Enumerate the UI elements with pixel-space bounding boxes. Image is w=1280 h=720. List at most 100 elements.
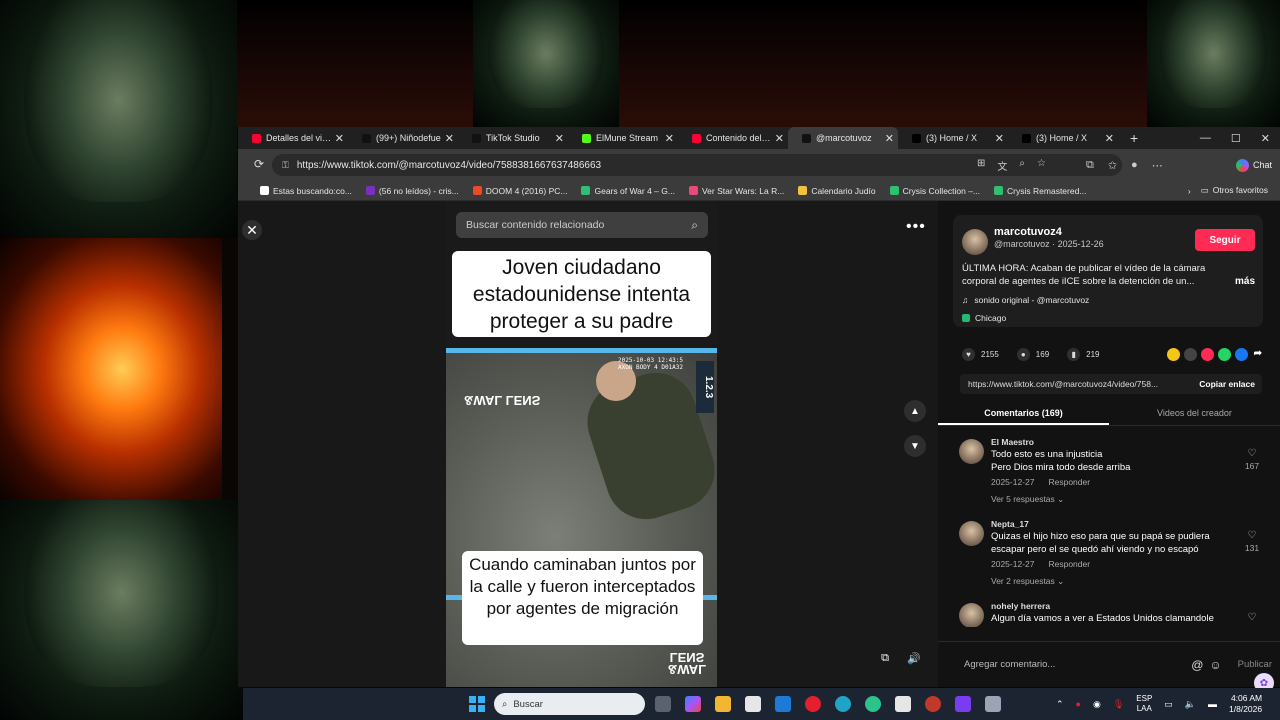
app-window-icon[interactable] [985, 696, 1001, 712]
opera-tray-icon[interactable]: ◉ [1093, 699, 1101, 710]
browser-tab[interactable]: TikTok Studio ✕ [458, 127, 568, 149]
related-search-input[interactable]: Buscar contenido relacionado ⌕ [456, 212, 708, 238]
browser-tab[interactable]: @marcotuvoz ✕ [788, 127, 898, 149]
maximize-icon[interactable]: ☐ [1231, 132, 1241, 145]
volume-button[interactable]: 🔊 [905, 649, 923, 667]
view-replies-button[interactable]: Ver 2 respuestas ⌄ [991, 576, 1064, 587]
commenter-name[interactable]: Nepta_17 [991, 519, 1029, 529]
follow-button[interactable]: Seguir [1195, 229, 1255, 251]
favorite-star-icon[interactable]: ☆ [1037, 158, 1046, 173]
close-tab-icon[interactable]: ✕ [445, 132, 454, 145]
save-button[interactable]: ▮ 219 [1067, 347, 1100, 361]
share-icon[interactable] [1183, 347, 1197, 361]
share-icon[interactable] [1166, 347, 1180, 361]
task-view-icon[interactable] [655, 696, 671, 712]
taskbar-search[interactable]: ⌕ Buscar [494, 693, 645, 715]
close-tab-icon[interactable]: ✕ [775, 132, 784, 145]
copilot-app-icon[interactable] [685, 696, 701, 712]
favorites-icon[interactable]: ✩ [1108, 159, 1117, 172]
opera-icon[interactable] [805, 696, 821, 712]
translate-icon[interactable]: 文 [997, 158, 1007, 173]
close-tab-icon[interactable]: ✕ [665, 132, 674, 145]
close-tab-icon[interactable]: ✕ [995, 132, 1004, 145]
other-favorites[interactable]: ▭ Otros favoritos [1201, 185, 1268, 196]
zoom-icon[interactable]: ⌕ [1019, 158, 1025, 173]
comment-input[interactable]: Agregar comentario... [964, 659, 1055, 670]
new-tab-button[interactable]: + [1118, 130, 1150, 146]
bookmark-item[interactable]: Calendario Judío [798, 186, 876, 196]
publish-button[interactable]: Publicar [1238, 659, 1272, 670]
window-close-icon[interactable]: ✕ [1261, 132, 1270, 145]
commenter-avatar[interactable] [959, 521, 984, 546]
close-button[interactable]: ✕ [242, 220, 262, 240]
browser-tab[interactable]: (3) Home / X ✕ [898, 127, 1008, 149]
tray-app-icon[interactable]: ● [1076, 699, 1081, 709]
tab-creator-videos[interactable]: Videos del creador [1109, 401, 1280, 425]
chevron-right-icon[interactable]: › [1188, 186, 1191, 196]
browser-tab[interactable]: Detalles del video ✕ [238, 127, 348, 149]
language-indicator[interactable]: ESP LAA [1136, 694, 1152, 714]
sound-link[interactable]: ♫ sonido original - @marcotuvoz [962, 295, 1089, 305]
minimize-icon[interactable]: — [1200, 132, 1211, 145]
like-button[interactable]: ♥ 2155 [962, 347, 999, 361]
location-tag[interactable]: Chicago [962, 313, 1006, 323]
tray-chevron-icon[interactable]: ⌃ [1056, 699, 1064, 710]
browser-tab[interactable]: (99+) Niñodefue ✕ [348, 127, 458, 149]
emoji-icon[interactable]: ☺ [1209, 658, 1221, 672]
share-icon[interactable] [1217, 347, 1231, 361]
speaker-icon[interactable]: 🔈 [1185, 699, 1196, 710]
apps-icon[interactable]: ⊞ [977, 158, 985, 173]
close-tab-icon[interactable]: ✕ [335, 132, 344, 145]
battery-icon[interactable]: ▬ [1208, 699, 1217, 709]
comment-like-button[interactable]: ♡ 131 [1241, 530, 1263, 554]
network-icon[interactable]: ▭ [1164, 699, 1173, 710]
reload-icon[interactable]: ⟳ [254, 157, 264, 171]
share-icon[interactable] [1200, 347, 1214, 361]
browser-tab[interactable]: ElMune Stream ✕ [568, 127, 678, 149]
reply-button[interactable]: Responder [1048, 559, 1090, 569]
next-video-button[interactable]: ▼ [904, 435, 926, 457]
site-info-icon[interactable]: ⚿ [282, 160, 289, 171]
twitch-studio-icon[interactable] [955, 696, 971, 712]
chrome-canary-icon[interactable] [925, 696, 941, 712]
windows-start-icon[interactable] [469, 696, 485, 712]
pip-button[interactable]: ⧉ [876, 649, 894, 667]
menu-dots-icon[interactable]: ⋯ [1152, 159, 1163, 172]
mention-icon[interactable]: @ [1191, 658, 1203, 672]
close-tab-icon[interactable]: ✕ [555, 132, 564, 145]
share-icon[interactable] [1234, 347, 1248, 361]
commenter-avatar[interactable] [959, 439, 984, 464]
commenter-name[interactable]: nohely herrera [991, 601, 1050, 611]
comment-button[interactable]: ● 169 [1016, 347, 1049, 361]
copilot-chat-button[interactable]: Chat [1235, 158, 1272, 172]
bookmark-item[interactable]: Estas buscando:co... [260, 186, 352, 196]
file-explorer-icon[interactable] [715, 696, 731, 712]
comment-like-button[interactable]: ♡ [1241, 612, 1263, 624]
clock[interactable]: 4:06 AM 1/8/2026 [1229, 693, 1262, 715]
bookmark-item[interactable]: (56 no leídos) - cris... [365, 186, 459, 196]
profile-icon[interactable]: ● [1131, 159, 1138, 172]
bookmark-item[interactable]: Ver Star Wars: La R... [688, 186, 784, 196]
view-replies-button[interactable]: Ver 5 respuestas ⌄ [991, 494, 1064, 505]
close-tab-icon[interactable]: ✕ [1105, 132, 1114, 145]
tab-comments[interactable]: Comentarios (169) [938, 401, 1109, 425]
close-tab-icon[interactable]: ✕ [885, 132, 894, 145]
bookmark-item[interactable]: Crysis Collection –... [889, 186, 980, 196]
copy-link-button[interactable]: Copiar enlace [1192, 374, 1262, 394]
browser-tab[interactable]: Contenido del cana✕ [678, 127, 788, 149]
edge-dev-icon[interactable] [865, 696, 881, 712]
bookmark-item[interactable]: Crysis Remastered... [994, 186, 1086, 196]
capcut-icon[interactable] [895, 696, 911, 712]
share-arrow-icon[interactable]: ➦ [1254, 348, 1262, 361]
bookmark-item[interactable]: DOOM 4 (2016) PC... [472, 186, 567, 196]
share-link-text[interactable]: https://www.tiktok.com/@marcotuvoz4/vide… [968, 379, 1158, 389]
comment-like-button[interactable]: ♡ 167 [1241, 448, 1263, 472]
mic-icon[interactable]: 🎙 [1113, 699, 1124, 710]
author-name[interactable]: marcotuvoz4 [994, 226, 1062, 238]
previous-video-button[interactable]: ▲ [904, 400, 926, 422]
outlook-icon[interactable] [775, 696, 791, 712]
commenter-avatar[interactable] [959, 603, 984, 627]
more-description-link[interactable]: más [1235, 276, 1255, 287]
video-frame[interactable]: Buscar contenido relacionado ⌕ Joven ciu… [446, 201, 717, 687]
commenter-name[interactable]: El Maestro [991, 437, 1034, 447]
